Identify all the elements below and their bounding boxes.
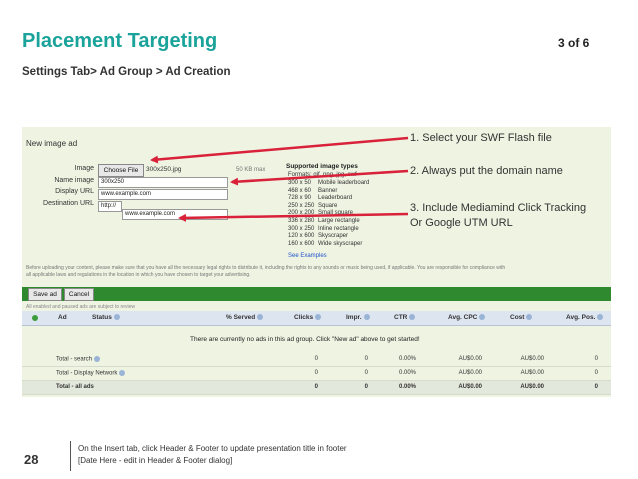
arrow-to-display-url-icon [230, 169, 409, 186]
callout-3-line-1: 3. Include Mediamind Click Tracking [410, 202, 587, 214]
arrow-to-destination-url-icon [178, 212, 409, 222]
footer-line-1: On the Insert tab, click Header & Footer… [78, 444, 347, 453]
callout-3-line-2: Or Google UTM URL [410, 217, 513, 229]
slide-number: 28 [24, 452, 39, 467]
callout-2: 2. Always put the domain name [410, 165, 563, 177]
callout-arrows [150, 136, 409, 222]
arrow-to-file-icon [150, 136, 409, 164]
callout-1: 1. Select your SWF Flash file [410, 132, 552, 144]
footer-divider [70, 441, 71, 471]
footer-line-2: [Date Here - edit in Header & Footer dia… [78, 456, 233, 465]
